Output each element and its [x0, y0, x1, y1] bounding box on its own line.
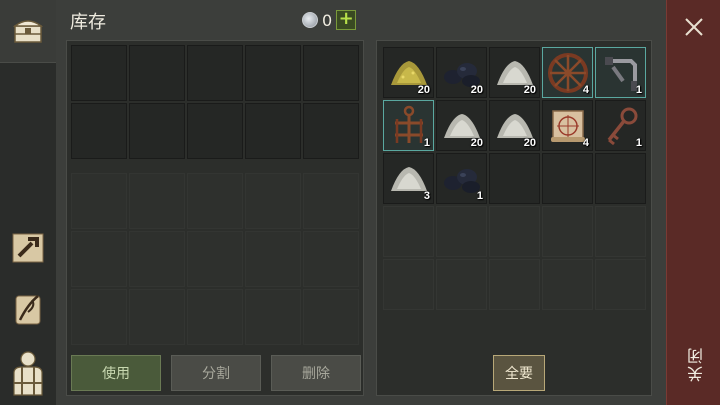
item-quantity: 1: [635, 137, 642, 149]
storage-slot[interactable]: [71, 103, 127, 159]
split-button[interactable]: 分割: [171, 355, 261, 391]
close-icon[interactable]: [681, 14, 707, 40]
locked-slot: [187, 231, 243, 287]
bag-grid: 20 20 20 4 1 1 20 20 4 1 3 1: [383, 47, 646, 310]
storage-panel: 使用 分割 删除: [66, 40, 364, 396]
bag-slot[interactable]: [383, 206, 434, 257]
add-currency-button[interactable]: +: [336, 10, 357, 30]
scroll-quill-icon: [15, 295, 41, 325]
tab-blueprints[interactable]: [0, 282, 56, 338]
treasure-chest-icon: [12, 20, 44, 43]
item-quantity: 20: [470, 137, 483, 149]
bag-slot[interactable]: [595, 206, 646, 257]
storage-slot[interactable]: [129, 103, 185, 159]
bag-slot[interactable]: 20: [489, 47, 540, 98]
locked-slot: [187, 173, 243, 229]
item-quantity: 1: [635, 84, 642, 96]
bag-slot[interactable]: [595, 153, 646, 204]
tab-crafting[interactable]: [0, 222, 56, 274]
use-button[interactable]: 使用: [71, 355, 161, 391]
bag-slot[interactable]: 20: [383, 47, 434, 98]
coin-count: 0: [322, 10, 333, 30]
item-quantity: 20: [523, 84, 536, 96]
inventory-panel: 库存 0 + 使用 分割 删除 20 20 20 4 1 1 20 20 4 1…: [56, 0, 666, 405]
locked-slot: [245, 231, 301, 287]
bag-slot[interactable]: [489, 206, 540, 257]
close-label: 关闭: [687, 346, 706, 382]
bag-slot[interactable]: 20: [436, 100, 487, 151]
storage-slot[interactable]: [187, 45, 243, 101]
bag-slot[interactable]: 1: [436, 153, 487, 204]
bag-slot[interactable]: 20: [436, 47, 487, 98]
powder-pile-white-icon: [390, 166, 427, 191]
category-rail: [0, 0, 56, 405]
anchor-frame-icon: [394, 105, 423, 143]
storage-slot[interactable]: [71, 45, 127, 101]
bag-slot[interactable]: [436, 259, 487, 310]
delete-button[interactable]: 删除: [271, 355, 361, 391]
bag-slot[interactable]: [489, 259, 540, 310]
bag-slot[interactable]: [542, 153, 593, 204]
tab-equipment[interactable]: [0, 342, 56, 404]
character-vest-icon: [13, 351, 43, 396]
item-quantity: 4: [582, 137, 589, 149]
bag-slot[interactable]: 1: [595, 100, 646, 151]
locked-slot: [71, 231, 127, 287]
item-quantity: 1: [476, 190, 483, 202]
bag-slot[interactable]: 1: [383, 100, 434, 151]
locked-slot: [303, 231, 359, 287]
item-quantity: 4: [582, 84, 589, 96]
take-all-button[interactable]: 全要: [493, 355, 545, 391]
locked-slot: [303, 289, 359, 345]
rail-divider: [0, 62, 56, 63]
storage-slot[interactable]: [245, 45, 301, 101]
bag-slot[interactable]: [383, 259, 434, 310]
bag-slot[interactable]: 4: [542, 47, 593, 98]
crank-handle-icon: [604, 56, 637, 91]
bag-slot[interactable]: 20: [489, 100, 540, 151]
storage-slot[interactable]: [129, 45, 185, 101]
storage-grid-locked: [71, 173, 359, 345]
storage-slot[interactable]: [245, 103, 301, 159]
currency-display: 0 +: [302, 10, 357, 30]
bag-slot[interactable]: 4: [542, 100, 593, 151]
locked-slot: [129, 231, 185, 287]
locked-slot: [71, 289, 127, 345]
bag-slot[interactable]: [489, 153, 540, 204]
tab-inventory[interactable]: [0, 0, 56, 62]
bag-panel: 20 20 20 4 1 1 20 20 4 1 3 1 全要: [376, 40, 652, 396]
close-panel[interactable]: 关闭: [666, 0, 720, 405]
locked-slot: [71, 173, 127, 229]
item-quantity: 20: [523, 137, 536, 149]
item-quantity: 3: [423, 190, 430, 202]
bag-slot[interactable]: [542, 206, 593, 257]
page-title: 库存: [70, 12, 106, 33]
item-quantity: 20: [470, 84, 483, 96]
storage-grid-top: [71, 45, 359, 159]
bag-slot[interactable]: 3: [383, 153, 434, 204]
bag-slot[interactable]: [542, 259, 593, 310]
item-quantity: 20: [417, 84, 430, 96]
locked-slot: [187, 289, 243, 345]
storage-slot[interactable]: [303, 103, 359, 159]
item-quantity: 1: [423, 137, 430, 149]
storage-slot[interactable]: [303, 45, 359, 101]
locked-slot: [129, 289, 185, 345]
locked-slot: [129, 173, 185, 229]
bag-slot[interactable]: [436, 206, 487, 257]
storage-slot[interactable]: [187, 103, 243, 159]
locked-slot: [245, 289, 301, 345]
locked-slot: [303, 173, 359, 229]
locked-slot: [245, 173, 301, 229]
ornate-key-icon: [607, 107, 637, 145]
coin-icon: [302, 12, 318, 28]
bag-slot[interactable]: [595, 259, 646, 310]
hammer-map-icon: [12, 233, 44, 263]
bag-slot[interactable]: 1: [595, 47, 646, 98]
